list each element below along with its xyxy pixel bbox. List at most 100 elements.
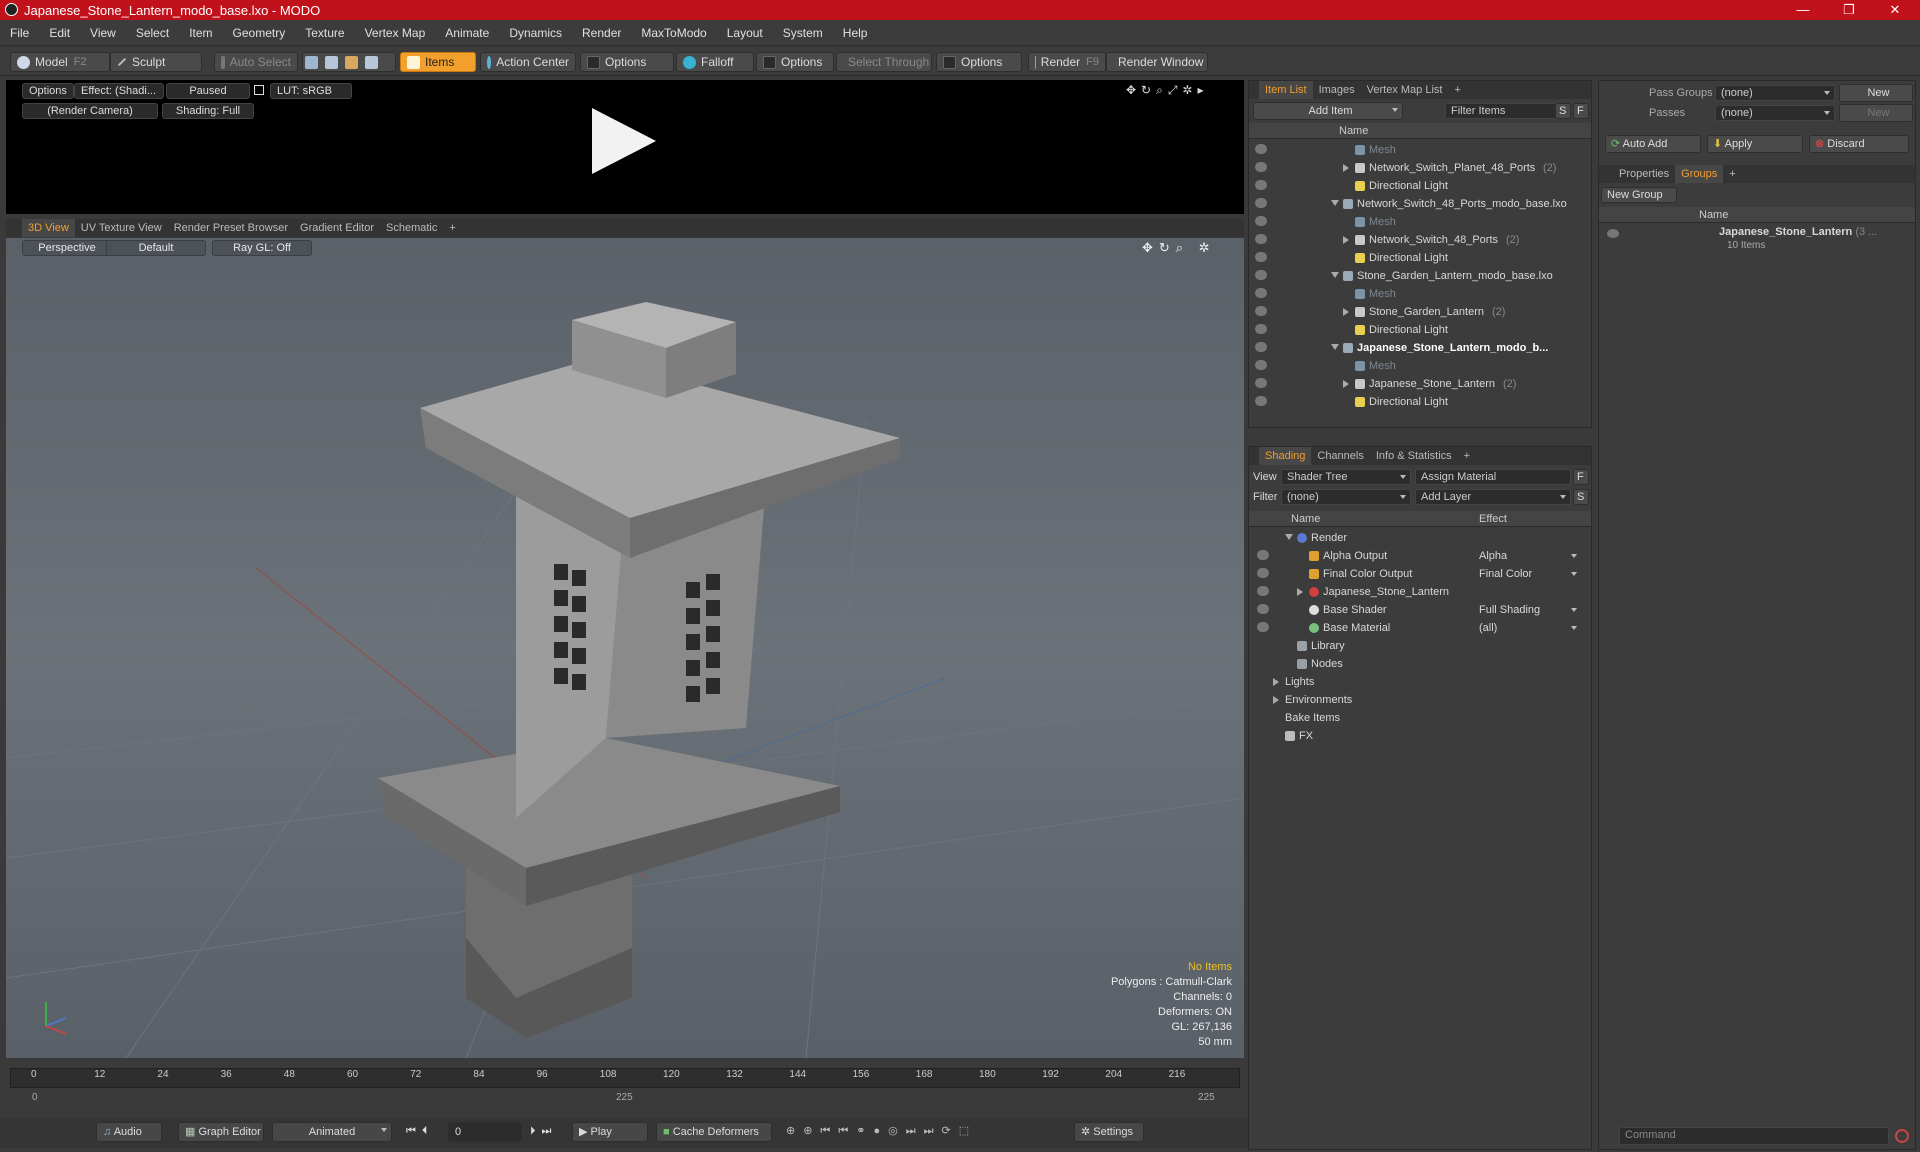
menu-system[interactable]: System (773, 26, 833, 40)
menu-render[interactable]: Render (572, 26, 631, 40)
shader-tree-row[interactable]: Nodes (1249, 655, 1579, 673)
falloff-options-button[interactable]: Options (756, 52, 834, 72)
tab-images[interactable]: Images (1313, 81, 1361, 99)
eye-icon[interactable] (1255, 144, 1267, 154)
action-center-options-button[interactable]: Options (580, 52, 674, 72)
select-through-button[interactable]: Select Through (836, 52, 932, 72)
tab-vertex-map-list[interactable]: Vertex Map List (1361, 81, 1449, 99)
new-pass-group-button[interactable]: New (1839, 84, 1913, 102)
eye-icon[interactable] (1255, 396, 1267, 406)
eye-icon[interactable] (1257, 550, 1269, 560)
shader-tree-row[interactable]: FX (1249, 727, 1579, 745)
eye-icon[interactable] (1255, 162, 1267, 172)
paused-button[interactable]: Paused (166, 83, 250, 99)
shading-dropdown[interactable]: Shading: Full (162, 103, 254, 119)
command-field[interactable]: Command (1619, 1127, 1889, 1145)
items-mode-button[interactable]: Items (400, 52, 476, 72)
shader-tree-row[interactable]: Environments (1249, 691, 1579, 709)
cache-deformers-button[interactable]: ■ Cache Deformers (656, 1122, 772, 1142)
eye-icon[interactable] (1255, 360, 1267, 370)
collapse-arrow-icon[interactable] (1331, 200, 1339, 206)
item-list-row[interactable]: Directional Light (1249, 321, 1579, 339)
step-forward-buttons[interactable]: ⏵⏭ (524, 1122, 568, 1142)
collapse-arrow-icon[interactable] (1331, 344, 1339, 350)
play-icon[interactable] (592, 108, 656, 174)
lock-icon[interactable] (254, 85, 264, 95)
expand-arrow-icon[interactable] (1343, 308, 1349, 316)
tab-render-preset-browser[interactable]: Render Preset Browser (168, 219, 294, 237)
materials-icon[interactable] (365, 55, 378, 69)
add-layer-dropdown[interactable]: Add Layer (1415, 489, 1571, 505)
passes-dropdown[interactable]: (none) (1715, 105, 1835, 121)
tab-groups[interactable]: Groups (1675, 165, 1724, 183)
tab-shading[interactable]: Shading (1259, 447, 1312, 465)
expand-arrow-icon[interactable] (1343, 380, 1349, 388)
frame-field[interactable]: 0 (448, 1122, 522, 1142)
menu-layout[interactable]: Layout (717, 26, 773, 40)
menu-edit[interactable]: Edit (39, 26, 80, 40)
collapse-arrow-icon[interactable] (1331, 272, 1339, 278)
shader-tree-row[interactable]: Render (1249, 529, 1579, 547)
play-button[interactable]: ▶ Play (572, 1122, 648, 1142)
add-tab-button[interactable]: + (1723, 165, 1741, 183)
eye-icon[interactable] (1255, 180, 1267, 190)
menu-view[interactable]: View (80, 26, 126, 40)
effect-dropdown[interactable]: Final Color (1479, 565, 1532, 583)
render-button[interactable]: Render F9 (1028, 52, 1106, 72)
graph-editor-button[interactable]: ▦ Graph Editor (178, 1122, 264, 1142)
menu-help[interactable]: Help (833, 26, 878, 40)
item-list-row[interactable]: Directional Light (1249, 393, 1579, 411)
filter-dropdown[interactable]: (none) (1281, 489, 1411, 505)
shader-tree-row[interactable]: Base Material (all) (1249, 619, 1579, 637)
minimize-icon[interactable]: — (1780, 0, 1826, 20)
add-tab-button[interactable]: + (443, 219, 461, 237)
menu-animate[interactable]: Animate (435, 26, 499, 40)
menu-file[interactable]: File (0, 26, 39, 40)
vertices-icon[interactable] (305, 55, 318, 69)
eye-icon[interactable] (1255, 324, 1267, 334)
restore-icon[interactable]: ❐ (1826, 0, 1872, 20)
item-list-row[interactable]: Mesh (1249, 357, 1579, 375)
filter-items-field[interactable]: Filter Items (1445, 103, 1561, 119)
eye-icon[interactable] (1257, 568, 1269, 578)
item-list-s-button[interactable]: S (1555, 103, 1571, 119)
effect-dropdown[interactable]: Alpha (1479, 547, 1507, 565)
expand-arrow-icon[interactable] (1273, 678, 1279, 686)
collapse-arrow-icon[interactable] (1285, 534, 1293, 540)
eye-icon[interactable] (1257, 604, 1269, 614)
item-list-row[interactable]: Japanese_Stone_Lantern_modo_b... (1249, 339, 1579, 357)
menu-select[interactable]: Select (126, 26, 179, 40)
auto-select-button[interactable]: Auto Select (214, 52, 298, 72)
shader-tree-row[interactable]: Lights (1249, 673, 1579, 691)
auto-add-button[interactable]: ⟳ Auto Add (1605, 135, 1701, 153)
action-center-button[interactable]: Action Center (480, 52, 576, 72)
render-options-button[interactable]: Options (22, 83, 74, 99)
timeline[interactable]: 0 12 24 36 48 60 72 84 96 108 120 132 144 156 168 180 19… (6, 1064, 1244, 1108)
pass-groups-dropdown[interactable]: (none) (1715, 85, 1835, 101)
eye-icon[interactable] (1257, 622, 1269, 632)
record-icon[interactable] (1895, 1129, 1909, 1143)
item-list-row[interactable]: Japanese_Stone_Lantern (2) (1249, 375, 1579, 393)
effect-dropdown[interactable]: Full Shading (1479, 601, 1540, 619)
expand-arrow-icon[interactable] (1343, 236, 1349, 244)
eye-icon[interactable] (1255, 216, 1267, 226)
menu-maxtomodo[interactable]: MaxToModo (631, 26, 716, 40)
eye-icon[interactable] (1255, 252, 1267, 262)
shading-s-button[interactable]: S (1573, 489, 1589, 505)
3d-viewport[interactable]: Perspective Default Ray GL: Off ✥↻⌕ ✲ No… (6, 238, 1244, 1058)
item-list-row[interactable]: Mesh (1249, 213, 1579, 231)
close-icon[interactable]: ✕ (1872, 0, 1918, 20)
select-through-options-button[interactable]: Options (936, 52, 1022, 72)
item-list-row[interactable]: Stone_Garden_Lantern (2) (1249, 303, 1579, 321)
render-window-button[interactable]: Render Window (1106, 52, 1208, 72)
item-list-row[interactable]: Mesh (1249, 141, 1579, 159)
shader-tree-row[interactable]: Japanese_Stone_Lantern (1249, 583, 1579, 601)
tab-schematic[interactable]: Schematic (380, 219, 443, 237)
item-list-row[interactable]: Directional Light (1249, 177, 1579, 195)
edges-icon[interactable] (325, 55, 338, 69)
audio-button[interactable]: ♫ Audio (96, 1122, 162, 1142)
item-list-row[interactable]: Mesh (1249, 285, 1579, 303)
skip-back-buttons[interactable]: ⏮⏴ (400, 1122, 448, 1142)
tab-item-list[interactable]: Item List (1259, 81, 1313, 99)
tab-uv-texture-view[interactable]: UV Texture View (75, 219, 168, 237)
